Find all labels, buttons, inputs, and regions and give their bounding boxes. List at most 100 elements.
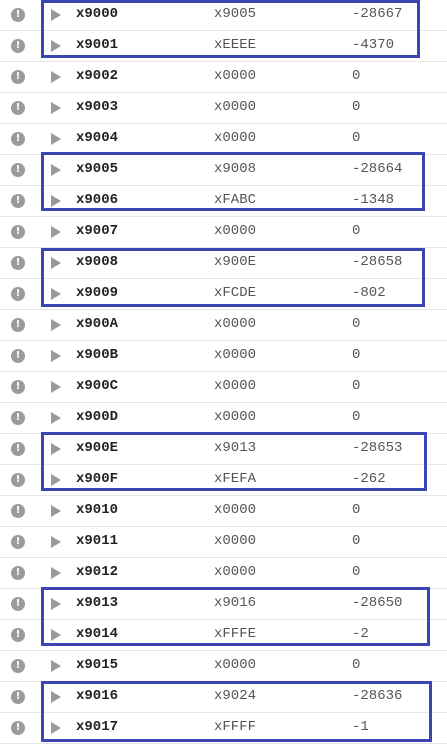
value-cell: 0 xyxy=(352,68,361,84)
breakpoint-icon[interactable]: ! xyxy=(11,659,25,673)
value-cell: 0 xyxy=(352,99,361,115)
pc-arrow-icon[interactable] xyxy=(51,71,61,83)
breakpoint-icon[interactable]: ! xyxy=(11,70,25,84)
breakpoint-icon[interactable]: ! xyxy=(11,504,25,518)
memory-row[interactable]: ! x900F xFEFA -262 xyxy=(0,465,447,496)
hex-cell: x0000 xyxy=(214,99,257,115)
pc-arrow-icon[interactable] xyxy=(51,319,61,331)
breakpoint-icon[interactable]: ! xyxy=(11,132,25,146)
value-cell: -28636 xyxy=(352,688,403,704)
breakpoint-icon[interactable]: ! xyxy=(11,194,25,208)
pc-arrow-icon[interactable] xyxy=(51,505,61,517)
breakpoint-icon[interactable]: ! xyxy=(11,473,25,487)
memory-row[interactable]: ! x900D x0000 0 xyxy=(0,403,447,434)
address-cell: x9011 xyxy=(76,533,119,549)
breakpoint-icon[interactable]: ! xyxy=(11,628,25,642)
breakpoint-icon[interactable]: ! xyxy=(11,318,25,332)
memory-row[interactable]: ! x9006 xFABC -1348 xyxy=(0,186,447,217)
memory-row[interactable]: ! x9001 xEEEE -4370 xyxy=(0,31,447,62)
address-cell: x9002 xyxy=(76,68,119,84)
hex-cell: x9024 xyxy=(214,688,257,704)
breakpoint-icon[interactable]: ! xyxy=(11,101,25,115)
memory-row[interactable]: ! x9008 x900E -28658 xyxy=(0,248,447,279)
memory-row[interactable]: ! x9010 x0000 0 xyxy=(0,496,447,527)
value-cell: -28667 xyxy=(352,6,403,22)
value-cell: -1348 xyxy=(352,192,395,208)
breakpoint-icon[interactable]: ! xyxy=(11,721,25,735)
pc-arrow-icon[interactable] xyxy=(51,660,61,672)
pc-arrow-icon[interactable] xyxy=(51,102,61,114)
memory-row[interactable]: ! x9007 x0000 0 xyxy=(0,217,447,248)
pc-arrow-icon[interactable] xyxy=(51,691,61,703)
memory-row[interactable]: ! x9000 x9005 -28667 xyxy=(0,0,447,31)
memory-row[interactable]: ! x9011 x0000 0 xyxy=(0,527,447,558)
pc-arrow-icon[interactable] xyxy=(51,536,61,548)
pc-arrow-icon[interactable] xyxy=(51,567,61,579)
pc-arrow-icon[interactable] xyxy=(51,257,61,269)
breakpoint-icon[interactable]: ! xyxy=(11,163,25,177)
address-cell: x900E xyxy=(76,440,119,456)
breakpoint-icon[interactable]: ! xyxy=(11,411,25,425)
hex-cell: x0000 xyxy=(214,564,257,580)
memory-row[interactable]: ! x900C x0000 0 xyxy=(0,372,447,403)
pc-arrow-icon[interactable] xyxy=(51,164,61,176)
memory-row[interactable]: ! x9015 x0000 0 xyxy=(0,651,447,682)
hex-cell: xFFFE xyxy=(214,626,257,642)
memory-row[interactable]: ! x9016 x9024 -28636 xyxy=(0,682,447,713)
pc-arrow-icon[interactable] xyxy=(51,412,61,424)
pc-arrow-icon[interactable] xyxy=(51,226,61,238)
breakpoint-icon[interactable]: ! xyxy=(11,349,25,363)
memory-row[interactable]: ! x9009 xFCDE -802 xyxy=(0,279,447,310)
breakpoint-icon[interactable]: ! xyxy=(11,535,25,549)
address-cell: x9006 xyxy=(76,192,119,208)
memory-row[interactable]: ! x900A x0000 0 xyxy=(0,310,447,341)
address-cell: x900B xyxy=(76,347,119,363)
hex-cell: x0000 xyxy=(214,409,257,425)
value-cell: 0 xyxy=(352,564,361,580)
breakpoint-icon[interactable]: ! xyxy=(11,566,25,580)
pc-arrow-icon[interactable] xyxy=(51,598,61,610)
pc-arrow-icon[interactable] xyxy=(51,288,61,300)
memory-row[interactable]: ! x9017 xFFFF -1 xyxy=(0,713,447,744)
memory-row[interactable]: ! x9013 x9016 -28650 xyxy=(0,589,447,620)
breakpoint-icon[interactable]: ! xyxy=(11,442,25,456)
memory-row[interactable]: ! x9012 x0000 0 xyxy=(0,558,447,589)
memory-row[interactable]: ! x9004 x0000 0 xyxy=(0,124,447,155)
value-cell: -28650 xyxy=(352,595,403,611)
memory-row[interactable]: ! x900E x9013 -28653 xyxy=(0,434,447,465)
value-cell: 0 xyxy=(352,657,361,673)
pc-arrow-icon[interactable] xyxy=(51,40,61,52)
memory-row[interactable]: ! x9005 x9008 -28664 xyxy=(0,155,447,186)
value-cell: 0 xyxy=(352,378,361,394)
value-cell: -262 xyxy=(352,471,386,487)
address-cell: x9001 xyxy=(76,37,119,53)
address-cell: x9010 xyxy=(76,502,119,518)
hex-cell: x0000 xyxy=(214,223,257,239)
value-cell: -1 xyxy=(352,719,369,735)
breakpoint-icon[interactable]: ! xyxy=(11,287,25,301)
breakpoint-icon[interactable]: ! xyxy=(11,8,25,22)
memory-row[interactable]: ! x9002 x0000 0 xyxy=(0,62,447,93)
pc-arrow-icon[interactable] xyxy=(51,133,61,145)
pc-arrow-icon[interactable] xyxy=(51,443,61,455)
pc-arrow-icon[interactable] xyxy=(51,350,61,362)
memory-row[interactable]: ! x900B x0000 0 xyxy=(0,341,447,372)
breakpoint-icon[interactable]: ! xyxy=(11,39,25,53)
pc-arrow-icon[interactable] xyxy=(51,629,61,641)
memory-row[interactable]: ! x9003 x0000 0 xyxy=(0,93,447,124)
breakpoint-icon[interactable]: ! xyxy=(11,256,25,270)
hex-cell: xFFFF xyxy=(214,719,257,735)
breakpoint-icon[interactable]: ! xyxy=(11,597,25,611)
pc-arrow-icon[interactable] xyxy=(51,722,61,734)
pc-arrow-icon[interactable] xyxy=(51,195,61,207)
pc-arrow-icon[interactable] xyxy=(51,474,61,486)
hex-cell: x0000 xyxy=(214,657,257,673)
value-cell: -2 xyxy=(352,626,369,642)
memory-row[interactable]: ! x9014 xFFFE -2 xyxy=(0,620,447,651)
pc-arrow-icon[interactable] xyxy=(51,9,61,21)
address-cell: x900C xyxy=(76,378,119,394)
breakpoint-icon[interactable]: ! xyxy=(11,690,25,704)
breakpoint-icon[interactable]: ! xyxy=(11,225,25,239)
pc-arrow-icon[interactable] xyxy=(51,381,61,393)
breakpoint-icon[interactable]: ! xyxy=(11,380,25,394)
